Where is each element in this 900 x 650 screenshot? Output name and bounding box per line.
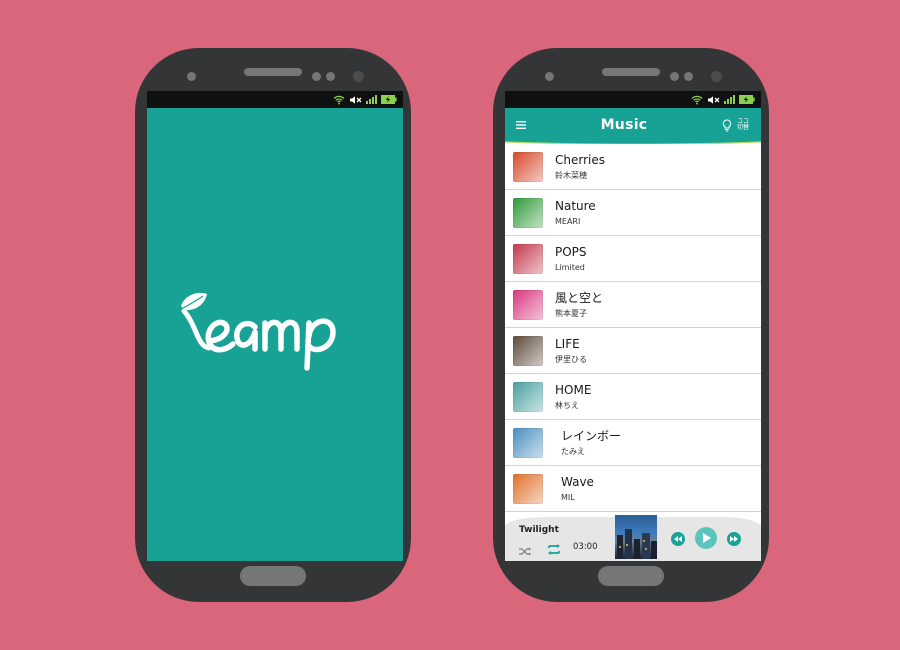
sensor-dot bbox=[187, 72, 196, 81]
rainbow-art bbox=[513, 473, 543, 504]
phone-left bbox=[135, 48, 411, 602]
nature-art bbox=[513, 197, 543, 228]
building-art bbox=[513, 335, 543, 366]
wifi-icon bbox=[691, 95, 703, 105]
sensor-dot bbox=[312, 72, 321, 81]
track-title: Nature bbox=[555, 198, 596, 213]
track-row[interactable]: LIFE 伊里ひる bbox=[505, 328, 761, 374]
home-button[interactable] bbox=[240, 566, 306, 586]
splash-screen bbox=[147, 91, 403, 561]
now-playing-title: Twilight bbox=[519, 525, 559, 535]
rewind-button[interactable] bbox=[671, 532, 685, 546]
sensor-dot bbox=[326, 72, 335, 81]
fast-forward-icon bbox=[730, 536, 738, 542]
track-title: レインボー bbox=[561, 428, 622, 443]
track-text: HOME 林ちえ bbox=[555, 383, 591, 411]
track-text: Wave MIL bbox=[561, 475, 594, 503]
track-artist: 鈴木菜穂 bbox=[555, 170, 587, 180]
track-title: POPS bbox=[555, 244, 587, 259]
sensor-dot bbox=[684, 72, 693, 81]
track-title: Wave bbox=[561, 474, 594, 489]
track-text: POPS Limited bbox=[555, 245, 587, 273]
track-row[interactable]: HOME 林ちえ bbox=[505, 374, 761, 420]
track-row[interactable]: Cherries 鈴木菜穂 bbox=[505, 144, 761, 190]
eamp-logo bbox=[181, 292, 336, 371]
sensor-dot bbox=[545, 72, 554, 81]
play-icon bbox=[702, 533, 711, 543]
sky-art bbox=[513, 427, 543, 458]
track-title: LIFE bbox=[555, 336, 580, 351]
mode-switch-label[interactable]: ココ 切替 bbox=[737, 119, 753, 131]
signal-icon bbox=[724, 95, 735, 104]
leaf-icon bbox=[181, 292, 207, 311]
phone-right: Music ココ 切替 Cherries 鈴木菜穂 Nature MEARI POPS L… bbox=[493, 48, 769, 602]
play-button[interactable] bbox=[695, 527, 717, 549]
track-title: 風と空と bbox=[555, 290, 604, 305]
status-bar bbox=[505, 91, 761, 108]
track-artist: 熊本夏子 bbox=[555, 308, 587, 318]
front-camera bbox=[711, 71, 722, 82]
track-text: 風と空と 熊本夏子 bbox=[555, 291, 603, 319]
splash-background bbox=[147, 108, 403, 561]
mute-icon bbox=[707, 95, 720, 105]
track-row[interactable]: Wave MIL bbox=[505, 466, 761, 512]
sensor-dot bbox=[670, 72, 679, 81]
earpiece-speaker bbox=[602, 68, 660, 76]
mute-icon bbox=[349, 95, 362, 105]
track-row[interactable]: Nature MEARI bbox=[505, 190, 761, 236]
home-button[interactable] bbox=[598, 566, 664, 586]
house-art bbox=[513, 381, 543, 412]
cherries-art bbox=[513, 151, 543, 182]
shuffle-icon[interactable] bbox=[519, 541, 531, 560]
elapsed-time: 03:00 bbox=[573, 542, 598, 552]
track-row[interactable]: レインボー たみえ bbox=[505, 420, 761, 466]
app-bar: Music ココ 切替 bbox=[505, 108, 761, 142]
track-text: Nature MEARI bbox=[555, 199, 596, 227]
track-title: Cherries bbox=[555, 152, 605, 167]
signal-icon bbox=[366, 95, 377, 104]
pops-art bbox=[513, 243, 543, 274]
track-list: Cherries 鈴木菜穂 Nature MEARI POPS Limited 風と空と熊本… bbox=[505, 144, 761, 517]
flowers-art bbox=[513, 289, 543, 320]
track-text: LIFE 伊里ひる bbox=[555, 337, 587, 365]
rewind-icon bbox=[674, 536, 682, 542]
page-title: Music bbox=[600, 117, 648, 133]
hamburger-icon[interactable] bbox=[513, 121, 529, 129]
battery-charging-icon bbox=[739, 95, 755, 104]
track-artist: たみえ bbox=[561, 446, 585, 456]
track-row[interactable]: POPS Limited bbox=[505, 236, 761, 282]
lightbulb-icon[interactable] bbox=[719, 118, 735, 132]
fast-forward-button[interactable] bbox=[727, 532, 741, 546]
earpiece-speaker bbox=[244, 68, 302, 76]
track-artist: MIL bbox=[561, 492, 575, 502]
player-bar: Twilight 03:00 bbox=[505, 515, 761, 561]
battery-charging-icon bbox=[381, 95, 397, 104]
track-title: HOME bbox=[555, 382, 592, 397]
track-text: レインボー たみえ bbox=[561, 429, 621, 457]
track-row[interactable]: 風と空と 熊本夏子 bbox=[505, 282, 761, 328]
wifi-icon bbox=[333, 95, 345, 105]
music-screen: Music ココ 切替 Cherries 鈴木菜穂 Nature MEARI POPS L… bbox=[505, 91, 761, 561]
track-artist: Limited bbox=[555, 262, 585, 272]
track-artist: 林ちえ bbox=[555, 400, 579, 410]
now-playing-art bbox=[615, 515, 657, 559]
front-camera bbox=[353, 71, 364, 82]
track-artist: 伊里ひる bbox=[555, 354, 587, 364]
track-text: Cherries 鈴木菜穂 bbox=[555, 153, 605, 181]
repeat-icon[interactable] bbox=[547, 540, 561, 559]
track-artist: MEARI bbox=[555, 216, 581, 226]
status-bar bbox=[147, 91, 403, 108]
